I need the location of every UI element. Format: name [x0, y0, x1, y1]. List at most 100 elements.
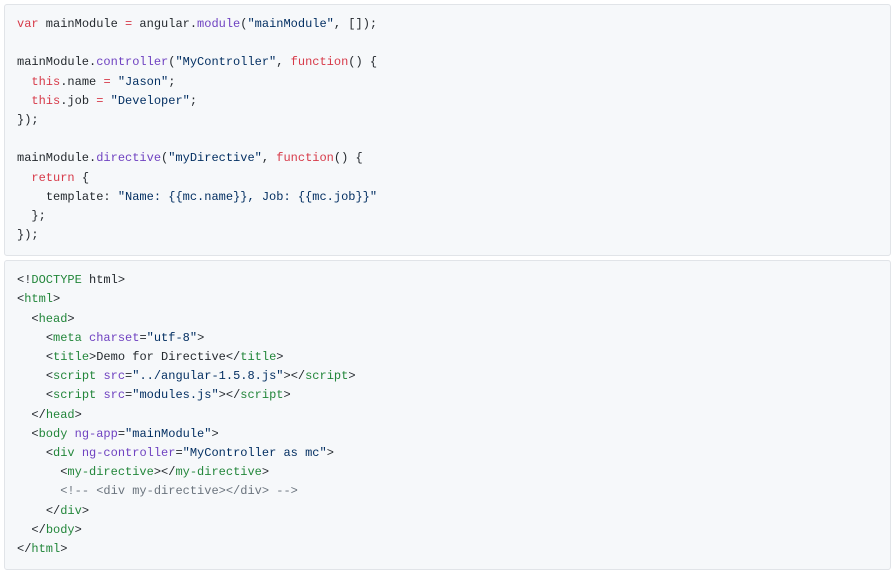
txt: () { [334, 151, 363, 165]
code-line: <title>Demo for Directive</title> [17, 350, 283, 364]
txt: </ [31, 408, 45, 422]
txt: > [219, 388, 226, 402]
txt: </ [161, 465, 175, 479]
tag: my-directive [175, 465, 261, 479]
txt: = [118, 427, 125, 441]
txt [67, 427, 74, 441]
attr: ng-controller [82, 446, 176, 460]
kw-this: this [31, 94, 60, 108]
html-code-block: <!DOCTYPE html> <html> <head> <meta char… [4, 260, 891, 570]
code-line: }); [17, 228, 39, 242]
txt: > [154, 465, 161, 479]
txt: = [175, 446, 182, 460]
txt: ; [190, 94, 197, 108]
txt: mainModule. [17, 151, 96, 165]
val: "MyController as mc" [183, 446, 327, 460]
tag: meta [53, 331, 82, 345]
tag: div [60, 504, 82, 518]
kw: function [276, 151, 334, 165]
code-line: <my-directive></my-directive> [17, 465, 269, 479]
txt: .name [60, 75, 103, 89]
txt: </ [31, 523, 45, 537]
txt: { [75, 171, 89, 185]
attr: src [103, 369, 125, 383]
txt: , [262, 151, 276, 165]
js-code-block: var mainModule = angular.module("mainMod… [4, 4, 891, 256]
code-line: <script src="modules.js"></script> [17, 388, 291, 402]
indent [17, 408, 31, 422]
tag: html [24, 292, 53, 306]
indent [17, 190, 46, 204]
comment: <!-- <div my-directive></div> --> [60, 484, 298, 498]
code-line: <!-- <div my-directive></div> --> [17, 484, 298, 498]
txt: > [118, 273, 125, 287]
indent [17, 331, 46, 345]
code-line: <html> [17, 292, 60, 306]
attr: ng-app [75, 427, 118, 441]
tag: head [46, 408, 75, 422]
fn: controller [96, 55, 168, 69]
txt: ; [168, 75, 175, 89]
tag: script [53, 388, 96, 402]
txt: </ [17, 542, 31, 556]
code-line: <!DOCTYPE html> [17, 273, 125, 287]
txt: > [262, 465, 269, 479]
indent [17, 350, 46, 364]
tag: script [240, 388, 283, 402]
txt: > [75, 523, 82, 537]
txt: </ [291, 369, 305, 383]
tag: head [39, 312, 68, 326]
tag: title [240, 350, 276, 364]
tag: script [305, 369, 348, 383]
tag: title [53, 350, 89, 364]
code-line: mainModule.controller("MyController", fu… [17, 55, 377, 69]
val: "modules.js" [132, 388, 218, 402]
str: "myDirective" [168, 151, 262, 165]
txt: > [327, 446, 334, 460]
tag: div [53, 446, 75, 460]
attr: charset [89, 331, 139, 345]
txt: < [46, 446, 53, 460]
code-line: mainModule.directive("myDirective", func… [17, 151, 363, 165]
txt: mainModule [39, 17, 125, 31]
fn-module: module [197, 17, 240, 31]
txt: html [82, 273, 118, 287]
tag: body [46, 523, 75, 537]
txt: </ [226, 388, 240, 402]
txt: > [53, 292, 60, 306]
txt: , [276, 55, 290, 69]
indent [17, 446, 46, 460]
tag: script [53, 369, 96, 383]
op-eq: = [103, 75, 110, 89]
indent [17, 171, 31, 185]
val: "utf-8" [147, 331, 197, 345]
txt: , []); [334, 17, 377, 31]
str: "mainModule" [247, 17, 333, 31]
txt: > [82, 504, 89, 518]
val: "mainModule" [125, 427, 211, 441]
txt: < [46, 331, 53, 345]
code-line: return { [17, 171, 89, 185]
txt: </ [46, 504, 60, 518]
txt: < [46, 369, 53, 383]
indent [17, 523, 31, 537]
txt: > [67, 312, 74, 326]
txt: > [284, 388, 291, 402]
txt [75, 446, 82, 460]
fn: directive [96, 151, 161, 165]
str: "MyController" [175, 55, 276, 69]
code-line: template: "Name: {{mc.name}}, Job: {{mc.… [17, 190, 377, 204]
code-line: </body> [17, 523, 82, 537]
code-line: this.job = "Developer"; [17, 94, 197, 108]
code-line: <body ng-app="mainModule"> [17, 427, 219, 441]
kw-var: var [17, 17, 39, 31]
doctype-name: DOCTYPE [31, 273, 81, 287]
txt: = [139, 331, 146, 345]
indent [17, 94, 31, 108]
txt [111, 75, 118, 89]
txt: > [348, 369, 355, 383]
code-line: </div> [17, 504, 89, 518]
txt: < [31, 427, 38, 441]
txt: < [46, 350, 53, 364]
indent [17, 427, 31, 441]
